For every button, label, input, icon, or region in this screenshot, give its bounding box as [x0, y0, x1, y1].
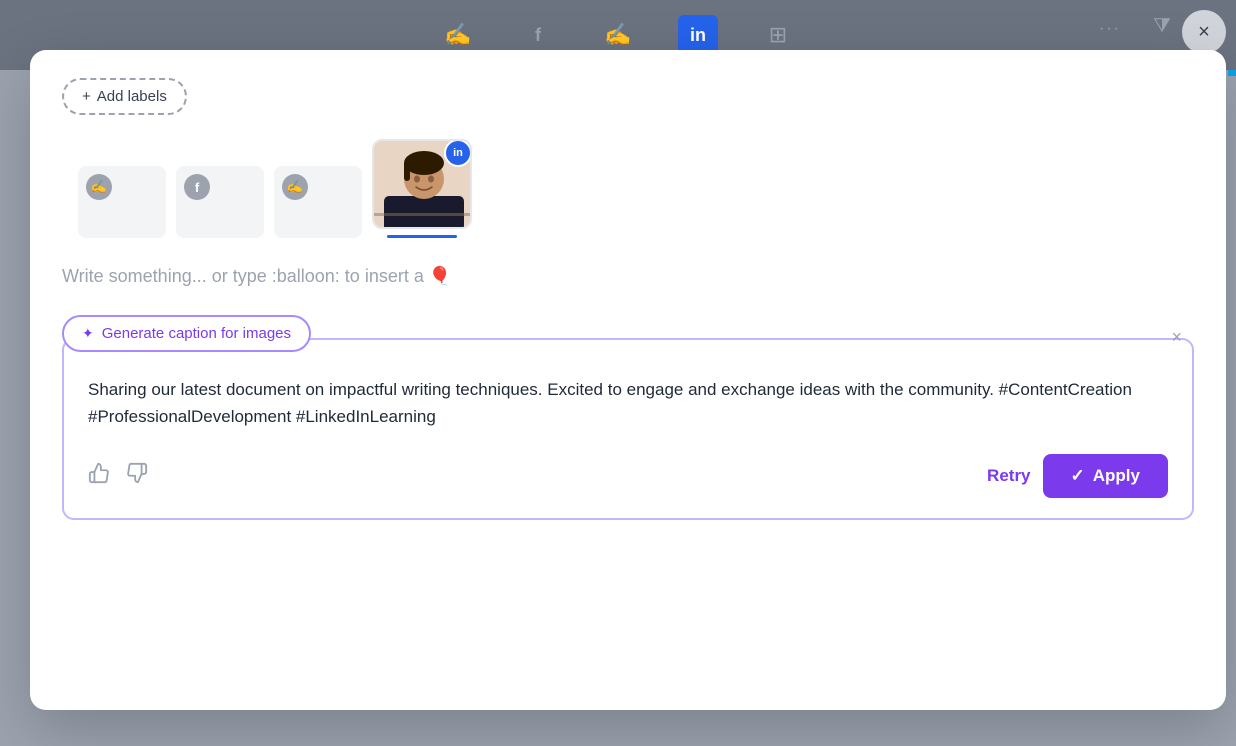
feather-bg-icon-1: ✍	[438, 15, 478, 55]
post-composer-modal: + Add labels ✍ f ✍	[30, 50, 1226, 710]
linkedin-platform[interactable]: in	[372, 139, 472, 238]
retry-button[interactable]: Retry	[987, 466, 1030, 486]
feedback-icons	[88, 462, 148, 490]
caption-right-actions: Retry ✓ Apply	[987, 454, 1168, 498]
linkedin-thumbnail: in	[372, 139, 472, 229]
grid-bg-icon: ⊞	[758, 15, 798, 55]
add-labels-label: Add labels	[97, 88, 167, 105]
generate-caption-section: ✦ Generate caption for images × Sharing …	[62, 315, 1194, 520]
modal-close-button[interactable]: ×	[1182, 10, 1226, 54]
facebook-badge: f	[184, 174, 210, 200]
thumbs-up-button[interactable]	[88, 462, 110, 490]
close-caption-button[interactable]: ×	[1171, 327, 1182, 348]
facebook-thumbnail: f	[176, 166, 264, 238]
teal-bar	[1228, 70, 1236, 76]
apply-label: Apply	[1093, 466, 1140, 486]
sparkle-icon: ✦	[82, 325, 94, 342]
dots-icon: ···	[1099, 20, 1121, 38]
add-labels-button[interactable]: + Add labels	[62, 78, 187, 115]
apply-button[interactable]: ✓ Apply	[1043, 454, 1168, 498]
feather-thumbnail-1: ✍	[78, 166, 166, 238]
filter-icon: ⧩	[1153, 15, 1171, 38]
caption-text: Sharing our latest document on impactful…	[88, 376, 1168, 430]
thumbs-down-button[interactable]	[126, 462, 148, 490]
plus-icon: +	[82, 88, 91, 105]
feather-bg-icon-2: ✍	[598, 15, 638, 55]
linkedin-underline	[387, 235, 457, 238]
write-placeholder[interactable]: Write something... or type :balloon: to …	[62, 266, 1194, 287]
caption-actions: Retry ✓ Apply	[88, 454, 1168, 498]
generate-caption-button[interactable]: ✦ Generate caption for images	[62, 315, 311, 352]
platforms-row: ✍ f ✍	[78, 139, 1194, 238]
feather-thumbnail-2: ✍	[274, 166, 362, 238]
feather-badge-2: ✍	[282, 174, 308, 200]
caption-box: × Sharing our latest document on impactf…	[62, 338, 1194, 520]
apply-check-icon: ✓	[1071, 466, 1085, 486]
linkedin-bg-icon: in	[678, 15, 718, 55]
facebook-platform[interactable]: f	[176, 166, 264, 238]
facebook-bg-icon: f	[518, 15, 558, 55]
feather-badge-1: ✍	[86, 174, 112, 200]
feather-platform-2[interactable]: ✍	[274, 166, 362, 238]
linkedin-badge: in	[444, 139, 472, 167]
generate-caption-label: Generate caption for images	[102, 325, 291, 342]
feather-platform-1[interactable]: ✍	[78, 166, 166, 238]
